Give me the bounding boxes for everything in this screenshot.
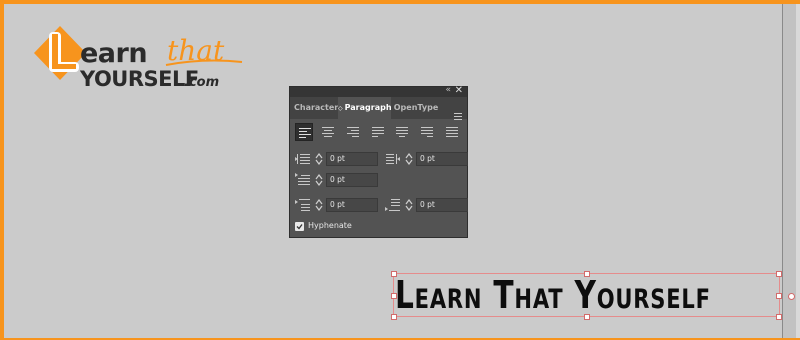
space-after-stepper[interactable]: [404, 198, 414, 212]
canvas-text-object[interactable]: Learn That Yourself: [395, 274, 710, 316]
align-center-button[interactable]: [319, 123, 337, 141]
paragraph-panel: « ✕ Character ◇ Paragraph OpenType 0 pt …: [289, 85, 469, 238]
align-left-icon: [299, 128, 311, 138]
tab-opentype[interactable]: OpenType: [393, 97, 439, 119]
align-center-icon: [322, 127, 334, 137]
left-indent-icon: [295, 154, 310, 164]
space-after-field[interactable]: 0 pt: [416, 198, 468, 212]
space-after-icon: [385, 199, 400, 211]
justify-all-icon: [446, 127, 458, 137]
first-line-indent-control: 0 pt: [295, 173, 379, 187]
align-left-button[interactable]: [295, 123, 313, 141]
resize-handle-top-right[interactable]: [776, 271, 782, 277]
logo-com-text: .com: [184, 75, 220, 90]
hyphenate-checkbox[interactable]: [295, 222, 304, 231]
canvas-edge: [796, 4, 800, 338]
logo-earn-text: earn: [80, 38, 148, 69]
space-before-stepper[interactable]: [314, 198, 324, 212]
space-before-control: 0 pt: [295, 198, 379, 212]
first-line-indent-stepper[interactable]: [314, 173, 324, 187]
panel-menu-icon[interactable]: [454, 113, 462, 122]
rotate-widget-handle[interactable]: [788, 293, 795, 300]
hyphenate-label: Hyphenate: [308, 221, 352, 230]
right-indent-control: 0 pt: [385, 152, 469, 166]
resize-handle-bottom-right[interactable]: [776, 314, 782, 320]
align-right-button[interactable]: [344, 123, 362, 141]
justify-last-right-icon: [421, 127, 433, 137]
space-after-control: 0 pt: [385, 198, 469, 212]
tab-character[interactable]: Character: [294, 97, 339, 119]
resize-handle-middle-right[interactable]: [776, 293, 782, 299]
justify-last-left-button[interactable]: [369, 123, 387, 141]
justify-last-left-icon: [372, 127, 384, 137]
first-line-indent-icon: [295, 173, 310, 185]
left-indent-field[interactable]: 0 pt: [326, 152, 378, 166]
space-before-icon: [295, 199, 310, 211]
right-indent-field[interactable]: 0 pt: [416, 152, 468, 166]
learn-that-yourself-logo: earn that YOURSELF .com: [34, 20, 244, 100]
right-indent-stepper[interactable]: [404, 152, 414, 166]
resize-handle-middle-left[interactable]: [391, 293, 397, 299]
justify-last-center-icon: [396, 127, 408, 137]
justify-last-center-button[interactable]: [393, 123, 411, 141]
space-before-field[interactable]: 0 pt: [326, 198, 378, 212]
justify-all-button[interactable]: [443, 123, 461, 141]
right-indent-icon: [386, 154, 400, 164]
collapse-panel-icon[interactable]: «: [445, 85, 451, 95]
resize-handle-top-left[interactable]: [391, 271, 397, 277]
left-indent-control: 0 pt: [295, 152, 379, 166]
resize-handle-bottom-center[interactable]: [584, 314, 590, 320]
resize-handle-bottom-left[interactable]: [391, 314, 397, 320]
panel-titlebar[interactable]: « ✕: [290, 85, 467, 97]
tab-paragraph[interactable]: ◇ Paragraph: [338, 97, 392, 119]
logo-yourself-text: YOURSELF: [80, 67, 199, 91]
tab-paragraph-label: Paragraph: [344, 103, 392, 112]
tab-opentype-label: OpenType: [393, 103, 439, 112]
tab-character-label: Character: [294, 103, 339, 112]
panel-tabs: Character ◇ Paragraph OpenType: [290, 97, 467, 122]
first-line-indent-field[interactable]: 0 pt: [326, 173, 378, 187]
left-indent-stepper[interactable]: [314, 152, 324, 166]
justify-last-right-button[interactable]: [418, 123, 436, 141]
resize-handle-top-center[interactable]: [584, 271, 590, 277]
tab-expand-icon: ◇: [338, 105, 343, 112]
align-right-icon: [347, 127, 359, 137]
vertical-scrollbar[interactable]: [782, 4, 797, 338]
checkmark-icon: [296, 224, 303, 230]
close-icon[interactable]: ✕: [455, 85, 463, 96]
